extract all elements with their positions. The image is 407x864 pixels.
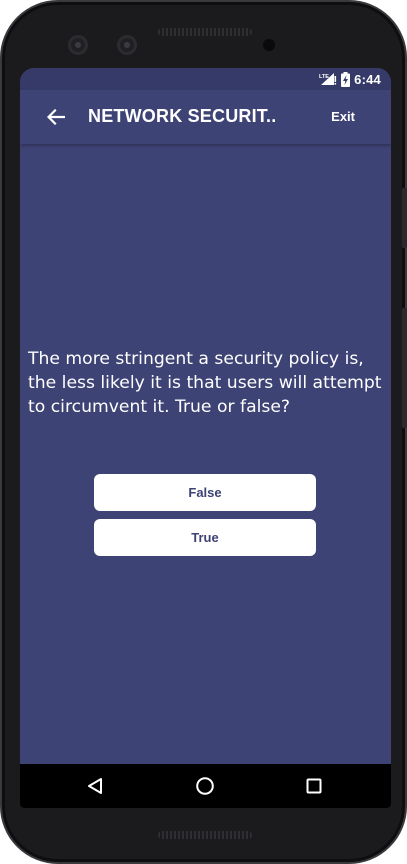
top-speaker: [158, 28, 252, 36]
power-button: [402, 188, 407, 248]
network-label: LTE: [319, 74, 329, 80]
triangle-back-icon: [88, 778, 102, 794]
battery-charging-icon: [341, 71, 351, 87]
question-text: The more stringent a security policy is,…: [28, 349, 382, 417]
back-button[interactable]: [42, 103, 70, 131]
screen: LTE 6:44 NETWORK SECURIT.. Exit The more…: [20, 68, 391, 808]
nav-back-button[interactable]: [83, 774, 107, 798]
bottom-speaker: [158, 831, 252, 839]
navigation-bar: [20, 764, 391, 808]
exit-button[interactable]: Exit: [331, 109, 355, 124]
status-time: 6:44: [354, 71, 381, 87]
cell-signal-icon: LTE: [319, 72, 337, 86]
page-title: NETWORK SECURIT..: [88, 106, 277, 126]
circle-home-icon: [196, 777, 214, 795]
status-bar: LTE 6:44: [20, 68, 391, 90]
answer-true-button[interactable]: True: [94, 519, 316, 556]
app-bar: NETWORK SECURIT.. Exit: [20, 90, 391, 144]
volume-button: [402, 308, 407, 428]
front-camera-left: [68, 35, 88, 55]
phone-frame: LTE 6:44 NETWORK SECURIT.. Exit The more…: [0, 0, 407, 864]
nav-recents-button[interactable]: [302, 774, 326, 798]
front-camera-right: [117, 35, 137, 55]
proximity-sensor: [263, 39, 275, 51]
square-recents-icon: [306, 778, 322, 794]
answer-false-button[interactable]: False: [94, 474, 316, 511]
arrow-left-icon: [47, 109, 65, 125]
nav-home-button[interactable]: [193, 774, 217, 798]
